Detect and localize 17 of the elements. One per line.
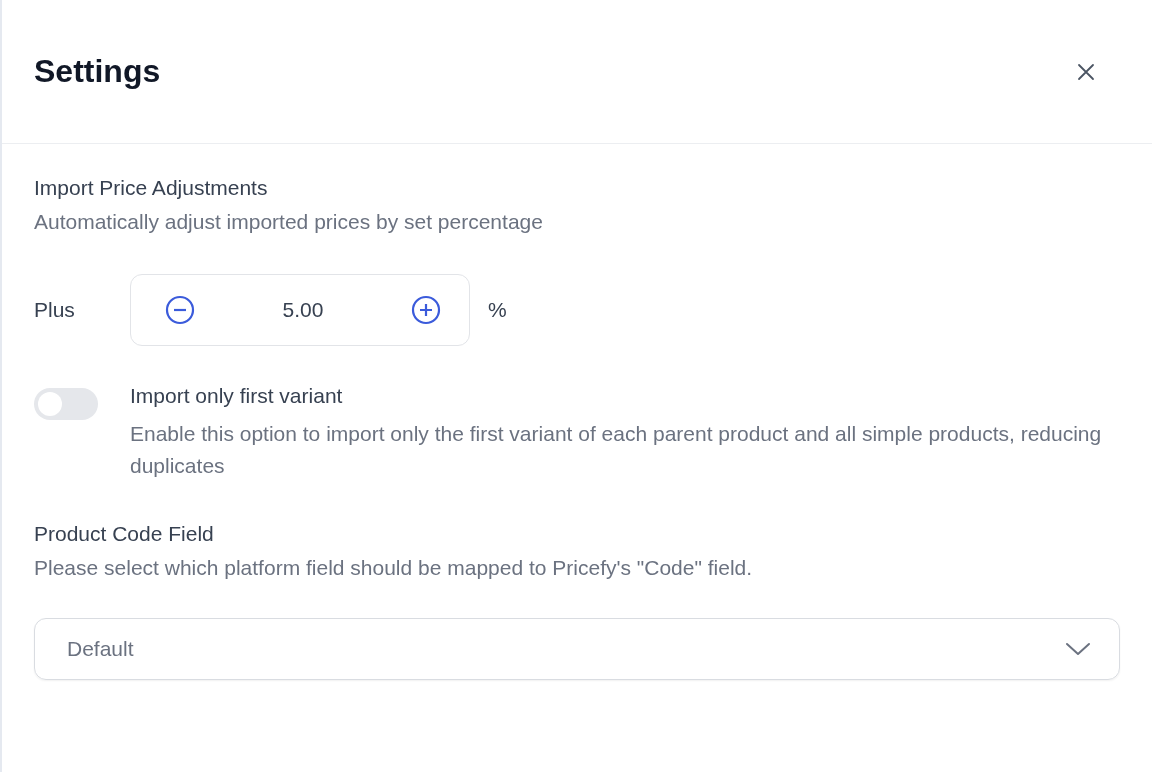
percentage-stepper[interactable]: 5.00	[130, 274, 470, 346]
plus-icon[interactable]	[411, 295, 441, 325]
chevron-down-icon	[1065, 642, 1091, 656]
section-heading: Product Code Field	[34, 522, 215, 546]
section-description: Please select which platform field should be mapped to Pricefy's "Code" field.	[34, 556, 754, 580]
product-code-dropdown[interactable]: Default	[34, 618, 1120, 680]
mode-label: Plus	[34, 298, 76, 322]
panel-title: Settings	[34, 53, 161, 90]
percentage-value: 5.00	[282, 298, 324, 322]
close-icon[interactable]	[1076, 61, 1096, 82]
percent-unit: %	[488, 298, 507, 322]
section-description: Automatically adjust imported prices by set percentage	[34, 210, 544, 234]
minus-icon[interactable]	[165, 295, 195, 325]
toggle-description: Enable this option to import only the first variant of each parent product and all simple products, reducing duplicates	[130, 421, 1103, 479]
toggle-switch[interactable]	[34, 388, 98, 420]
section-heading: Import Price Adjustments	[34, 176, 269, 200]
toggle-label: Import only first variant	[130, 384, 344, 408]
